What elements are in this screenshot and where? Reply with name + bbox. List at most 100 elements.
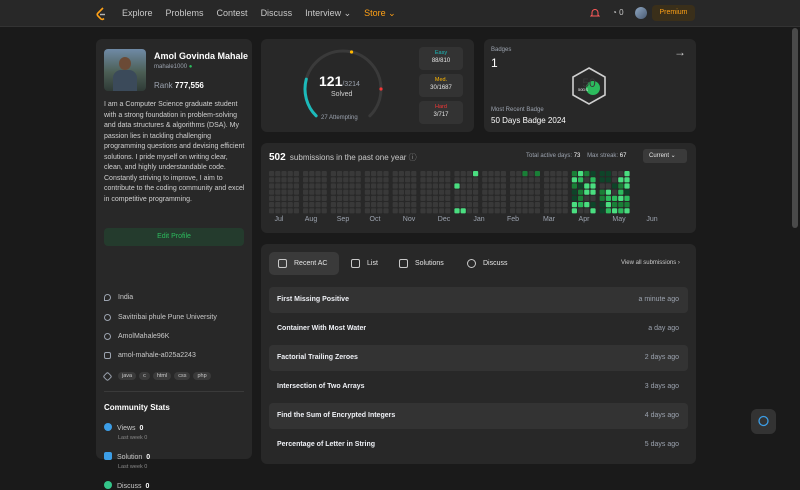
heatmap-cell[interactable]	[534, 195, 540, 201]
heatmap-cell[interactable]	[612, 177, 618, 183]
heatmap-cell[interactable]	[269, 171, 275, 177]
heatmap-cell[interactable]	[309, 208, 315, 214]
heatmap-cell[interactable]	[556, 189, 562, 195]
heatmap-cell[interactable]	[556, 202, 562, 208]
heatmap-cell[interactable]	[392, 177, 398, 183]
heatmap-cell[interactable]	[398, 171, 404, 177]
heatmap-cell[interactable]	[303, 177, 309, 183]
heatmap-cell[interactable]	[516, 195, 522, 201]
submission-row[interactable]: Percentage of Letter in String 5 days ag…	[269, 432, 688, 458]
user-avatar[interactable]	[635, 7, 647, 19]
heatmap-cell[interactable]	[624, 208, 630, 214]
heatmap-cell[interactable]	[432, 171, 438, 177]
heatmap-cell[interactable]	[392, 183, 398, 189]
heatmap-cell[interactable]	[510, 208, 516, 214]
heatmap-cell[interactable]	[432, 195, 438, 201]
heatmap-cell[interactable]	[293, 208, 299, 214]
heatmap-cell[interactable]	[460, 189, 466, 195]
heatmap-cell[interactable]	[420, 202, 426, 208]
heatmap-cell[interactable]	[522, 195, 528, 201]
heatmap-cell[interactable]	[482, 177, 488, 183]
heatmap-cell[interactable]	[618, 183, 624, 189]
heatmap-cell[interactable]	[522, 189, 528, 195]
heatmap-cell[interactable]	[488, 183, 494, 189]
heatmap-cell[interactable]	[578, 195, 584, 201]
heatmap-cell[interactable]	[578, 189, 584, 195]
nav-store[interactable]: Store ⌄	[364, 8, 396, 19]
heatmap-cell[interactable]	[269, 183, 275, 189]
heatmap-cell[interactable]	[439, 189, 445, 195]
heatmap-cell[interactable]	[516, 189, 522, 195]
heatmap-cell[interactable]	[522, 183, 528, 189]
heatmap-cell[interactable]	[482, 189, 488, 195]
heatmap-cell[interactable]	[556, 183, 562, 189]
chat-fab-button[interactable]	[751, 409, 776, 434]
heatmap-cell[interactable]	[488, 177, 494, 183]
heatmap-cell[interactable]	[624, 171, 630, 177]
tab-recent-ac[interactable]: Recent AC	[269, 252, 339, 275]
heatmap-cell[interactable]	[337, 195, 343, 201]
heatmap-cell[interactable]	[315, 177, 321, 183]
heatmap-cell[interactable]	[315, 195, 321, 201]
heatmap-cell[interactable]	[460, 208, 466, 214]
heatmap-cell[interactable]	[584, 202, 590, 208]
heatmap-cell[interactable]	[605, 189, 611, 195]
heatmap-cell[interactable]	[281, 195, 287, 201]
heatmap-cell[interactable]	[330, 195, 336, 201]
heatmap-cell[interactable]	[590, 208, 596, 214]
heatmap-cell[interactable]	[460, 171, 466, 177]
heatmap-cell[interactable]	[392, 202, 398, 208]
heatmap-cell[interactable]	[534, 171, 540, 177]
heatmap-cell[interactable]	[534, 177, 540, 183]
heatmap-cell[interactable]	[269, 195, 275, 201]
heatmap-cell[interactable]	[482, 208, 488, 214]
heatmap-cell[interactable]	[293, 195, 299, 201]
tab-solutions[interactable]: Solutions	[399, 252, 444, 275]
heatmap-cell[interactable]	[420, 189, 426, 195]
heatmap-cell[interactable]	[460, 202, 466, 208]
info-icon[interactable]: ⓘ	[409, 153, 417, 162]
heatmap-cell[interactable]	[275, 189, 281, 195]
heatmap-cell[interactable]	[544, 171, 550, 177]
heatmap-cell[interactable]	[605, 177, 611, 183]
heatmap-cell[interactable]	[337, 208, 343, 214]
heatmap-cell[interactable]	[337, 189, 343, 195]
heatmap-cell[interactable]	[349, 202, 355, 208]
heatmap-cell[interactable]	[383, 171, 389, 177]
heatmap-cell[interactable]	[522, 171, 528, 177]
heatmap-cell[interactable]	[321, 189, 327, 195]
heatmap-cell[interactable]	[599, 183, 605, 189]
heatmap-cell[interactable]	[355, 189, 361, 195]
heatmap-cell[interactable]	[287, 183, 293, 189]
heatmap-cell[interactable]	[426, 208, 432, 214]
heatmap-cell[interactable]	[293, 189, 299, 195]
heatmap-cell[interactable]	[534, 202, 540, 208]
submission-row[interactable]: Factorial Trailing Zeroes 2 days ago	[269, 345, 688, 371]
heatmap-cell[interactable]	[584, 208, 590, 214]
heatmap-cell[interactable]	[494, 177, 500, 183]
heatmap-cell[interactable]	[571, 202, 577, 208]
heatmap-cell[interactable]	[454, 189, 460, 195]
heatmap-cell[interactable]	[392, 171, 398, 177]
heatmap-cell[interactable]	[562, 195, 568, 201]
heatmap-cell[interactable]	[398, 189, 404, 195]
heatmap-cell[interactable]	[293, 171, 299, 177]
heatmap-cell[interactable]	[398, 195, 404, 201]
heatmap-cell[interactable]	[321, 177, 327, 183]
heatmap-cell[interactable]	[578, 208, 584, 214]
heatmap-cell[interactable]	[516, 183, 522, 189]
heatmap-cell[interactable]	[287, 171, 293, 177]
heatmap-cell[interactable]	[315, 189, 321, 195]
heatmap-cell[interactable]	[281, 189, 287, 195]
heatmap-cell[interactable]	[571, 177, 577, 183]
heatmap-cell[interactable]	[599, 202, 605, 208]
heatmap-cell[interactable]	[494, 171, 500, 177]
heatmap-cell[interactable]	[482, 183, 488, 189]
heatmap-cell[interactable]	[355, 208, 361, 214]
heatmap-cell[interactable]	[562, 171, 568, 177]
heatmap-cell[interactable]	[411, 195, 417, 201]
heatmap-cell[interactable]	[337, 171, 343, 177]
heatmap-cell[interactable]	[315, 202, 321, 208]
heatmap-cell[interactable]	[550, 177, 556, 183]
heatmap-cell[interactable]	[303, 183, 309, 189]
